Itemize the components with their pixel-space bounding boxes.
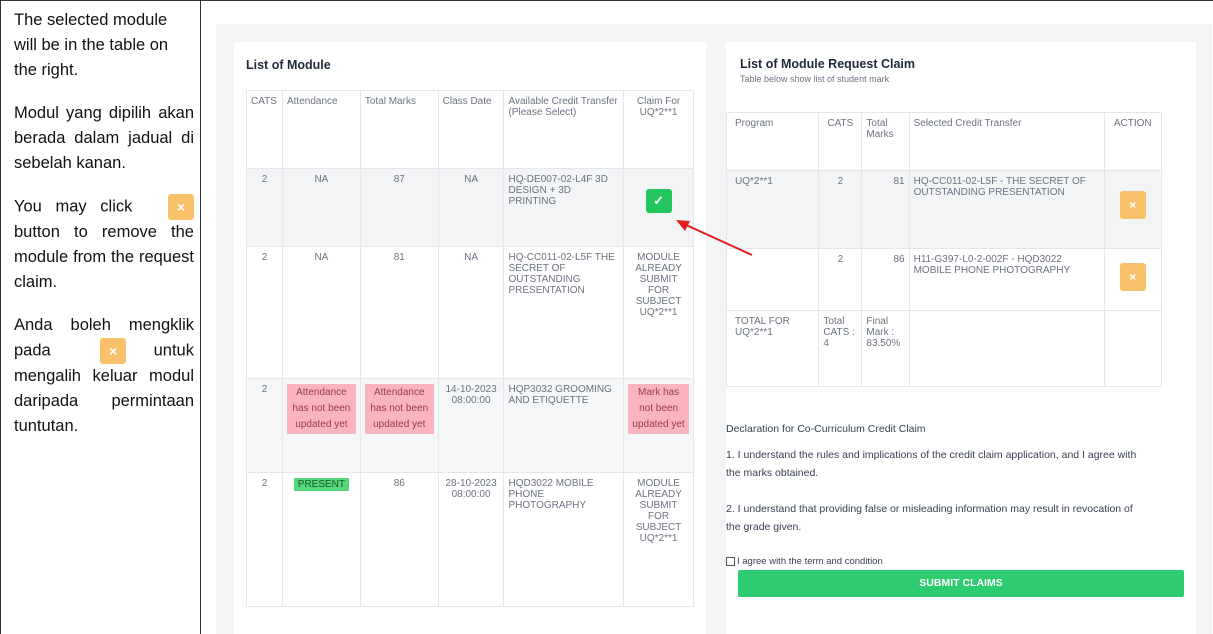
claim-check-button[interactable]: ✓ bbox=[645, 189, 672, 213]
col-action: ACTION bbox=[1103, 112, 1163, 171]
attendance-present-badge: PRESENT bbox=[293, 478, 350, 491]
declaration-item-1: 1. I understand the rules and implicatio… bbox=[726, 449, 1137, 479]
col-cats: CATS bbox=[246, 90, 283, 169]
module-submitted-status: MODULE ALREADY SUBMIT FOR SUBJECT UQ*2**… bbox=[623, 472, 694, 607]
list-of-module-card: List of Module CATS Attendance Total Mar… bbox=[234, 42, 706, 634]
table-row: 2 NA 87 NA HQ-DE007-02-L4F 3D DESIGN + 3… bbox=[246, 168, 694, 247]
declaration-item-2: 2. I understand that providing false or … bbox=[726, 503, 1133, 533]
instruction-column: The selected module will be in the table… bbox=[14, 8, 194, 457]
agree-checkbox[interactable] bbox=[726, 557, 735, 566]
agree-label: I agree with the term and condition bbox=[737, 556, 883, 567]
submit-claims-button[interactable]: SUBMIT CLAIMS bbox=[738, 570, 1184, 597]
list-of-module-title: List of Module bbox=[246, 58, 331, 72]
instruction-english-1: The selected module will be in the table… bbox=[14, 11, 169, 79]
close-icon: × bbox=[100, 338, 127, 364]
instruction-english-2: You may click × button to remove the mod… bbox=[14, 194, 194, 295]
col-selected-credit: Selected Credit Transfer bbox=[908, 112, 1105, 171]
request-claim-table: Program CATS Total Marks Selected Credit… bbox=[725, 112, 1163, 387]
remove-module-button[interactable]: × bbox=[1119, 263, 1146, 291]
doc-table-column-divider bbox=[200, 0, 201, 634]
table-row: 2 NA 81 NA HQ-CC011-02-L5F THE SECRET OF… bbox=[246, 246, 694, 379]
total-label: TOTAL FOR UQ*2**1 bbox=[725, 310, 820, 387]
col-total-marks: Total Marks bbox=[861, 112, 910, 171]
declaration-title: Declaration for Co-Curriculum Credit Cla… bbox=[726, 423, 926, 435]
module-submitted-status: MODULE ALREADY SUBMIT FOR SUBJECT UQ*2**… bbox=[623, 246, 694, 379]
doc-table-top-border bbox=[0, 0, 1213, 1]
marks-warning-badge: Attendance has not been updated yet bbox=[364, 384, 434, 434]
instruction-malay-1: Modul yang dipilih akan berada dalam jad… bbox=[14, 104, 194, 172]
col-attendance: Attendance bbox=[281, 90, 361, 169]
mark-warning-badge: Mark has not been updated yet bbox=[628, 384, 689, 434]
final-mark: Final Mark : 83.50% bbox=[861, 310, 910, 387]
request-claim-subtitle: Table below show list of student mark bbox=[740, 74, 890, 84]
close-icon: × bbox=[168, 194, 194, 220]
table-row: UQ*2**1 2 81 HQ-CC011-02-L5F - THE SECRE… bbox=[725, 170, 1163, 249]
table-row: 2 PRESENT 86 28-10-2023 08:00:00 HQD3022… bbox=[246, 472, 694, 607]
col-total-marks: Total Marks bbox=[359, 90, 439, 169]
remove-module-button[interactable]: × bbox=[1119, 191, 1146, 219]
attendance-warning-badge: Attendance has not been updated yet bbox=[286, 384, 356, 434]
col-program: Program bbox=[725, 112, 820, 171]
col-class-date: Class Date bbox=[437, 90, 505, 169]
app-screenshot: List of Module CATS Attendance Total Mar… bbox=[216, 24, 1212, 634]
total-row: TOTAL FOR UQ*2**1 Total CATS : 4 Final M… bbox=[725, 310, 1163, 387]
agree-row: I agree with the term and condition bbox=[726, 556, 883, 567]
col-claim-for: Claim For UQ*2**1 bbox=[623, 90, 694, 169]
module-table: CATS Attendance Total Marks Class Date A… bbox=[246, 90, 694, 607]
request-claim-card: List of Module Request Claim Table below… bbox=[725, 42, 1196, 634]
table-row: 2 Attendance has not been updated yet At… bbox=[246, 378, 694, 473]
col-cats: CATS bbox=[818, 112, 863, 171]
request-claim-title: List of Module Request Claim bbox=[740, 57, 916, 71]
doc-table-left-border bbox=[0, 0, 1, 634]
col-available-credit: Available Credit Transfer (Please Select… bbox=[503, 90, 625, 169]
total-cats: Total CATS : 4 bbox=[818, 310, 863, 387]
table-row: 2 86 H11-G397-L0-2-002F - HQD3022 MOBILE… bbox=[725, 248, 1163, 311]
instruction-malay-2: Anda boleh mengklik pada × untuk mengali… bbox=[14, 316, 194, 435]
